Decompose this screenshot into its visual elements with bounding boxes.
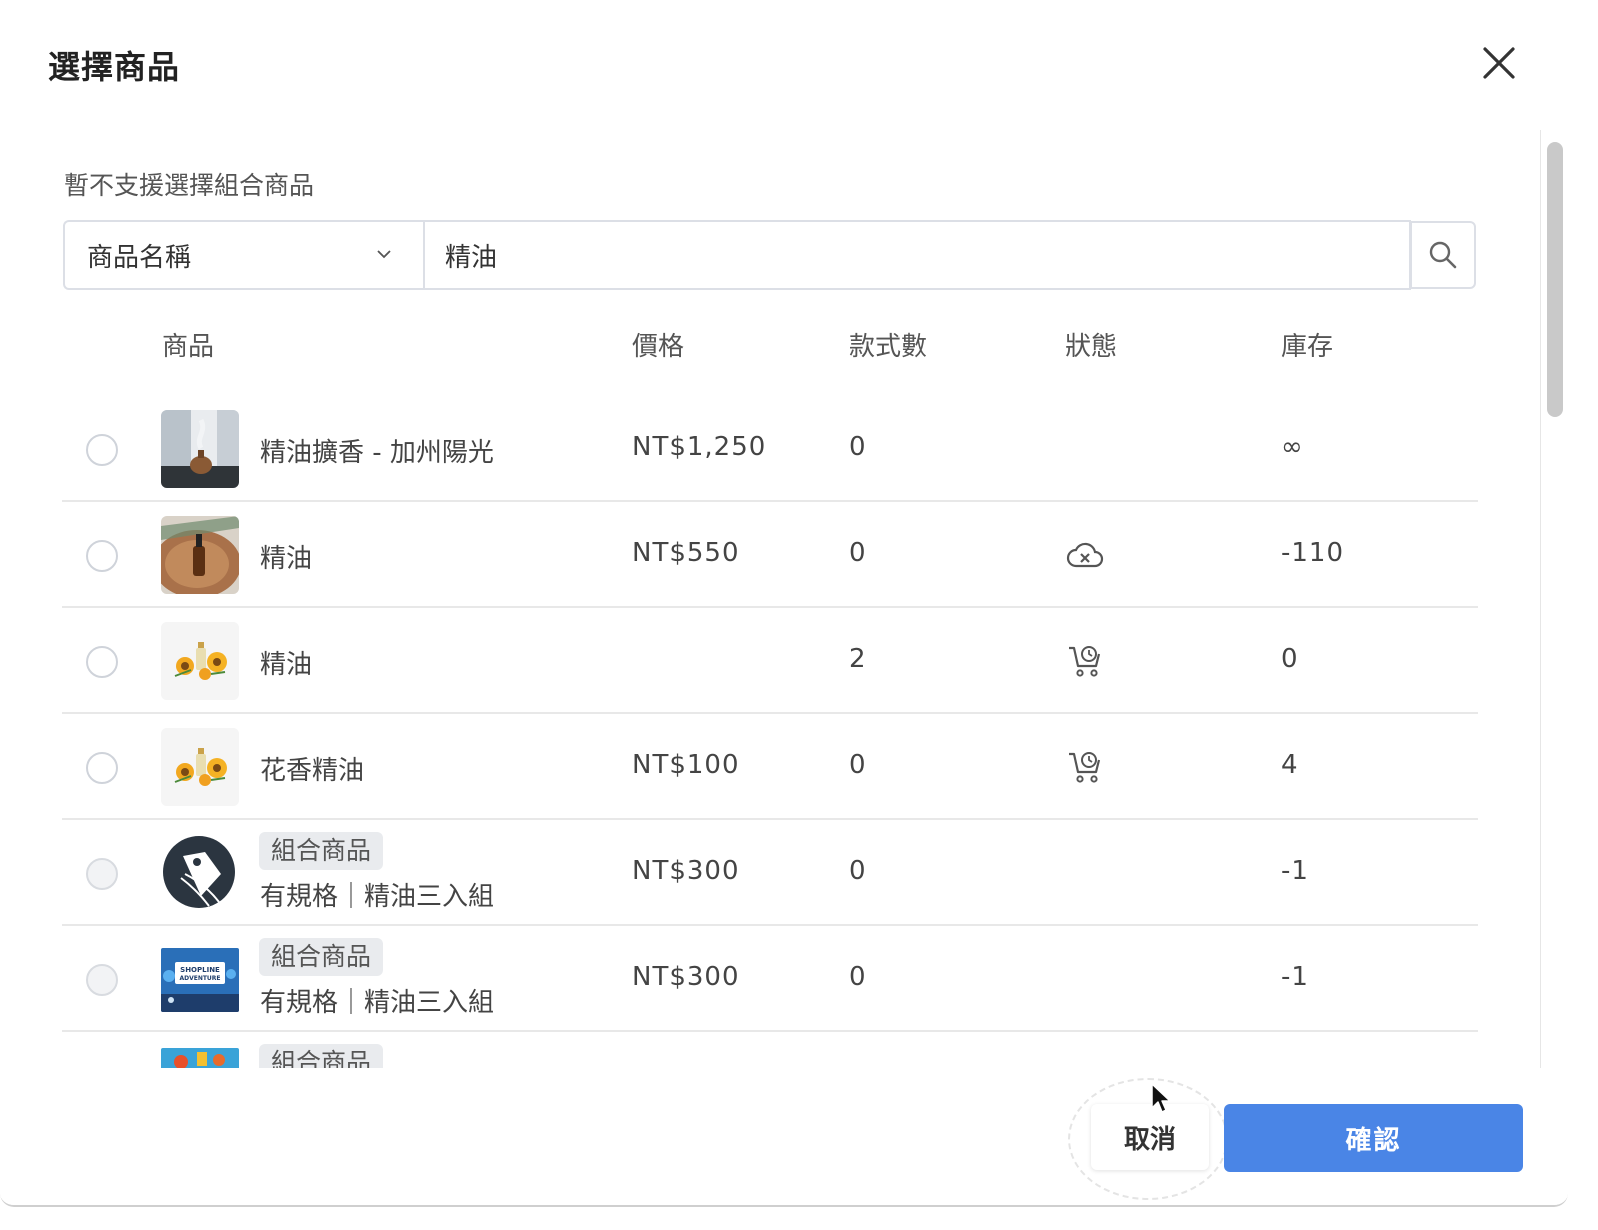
bundle-tag: 組合商品 [259,832,384,870]
product-variants: 2 [849,644,866,674]
search-icon [1429,241,1457,269]
bundle-tag: 組合商品 [259,938,384,976]
product-price: NT$1,250 [632,432,767,462]
product-name: 精油 [260,544,313,574]
search-bar: 商品名稱 精油 [63,220,1476,290]
header-product: 商品 [162,332,215,362]
product-stock: ∞ [1281,432,1304,462]
tag-logo-icon [163,836,235,908]
product-name: 有規格｜精油三入組 [260,882,495,912]
product-name: 精油擴香 - 加州陽光 [260,438,494,468]
row-radio[interactable] [86,540,118,572]
product-stock: -110 [1281,538,1345,568]
header-price: 價格 [632,332,685,362]
oil-bottle-photo-icon [161,516,239,594]
cart-clock-icon [1069,752,1101,783]
table-row: 組合商品 [62,1032,1478,1068]
row-radio-disabled [86,964,118,996]
search-button[interactable] [1410,221,1476,289]
diffuser-photo-icon [161,410,239,488]
product-thumbnail [161,728,239,806]
product-thumbnail [161,516,239,594]
header-status: 狀態 [1065,332,1118,362]
header-stock: 庫存 [1281,332,1334,362]
product-name: 精油 [260,650,313,680]
banner-text-line1: SHOPLINE [180,966,220,974]
dialog-footer: 取消 確認 [0,1068,1568,1205]
colorful-banner-icon [161,1048,239,1068]
product-stock: -1 [1281,856,1309,886]
table-row[interactable]: 精油 2 0 [62,608,1478,714]
product-variants: 0 [849,962,866,992]
product-variants: 0 [849,432,866,462]
product-name: 花香精油 [260,756,365,786]
mouse-pointer-icon [1151,1083,1171,1113]
product-price: NT$550 [632,538,740,568]
chevron-down-icon [377,250,391,259]
sunflower-oil-photo-icon [161,728,239,806]
table-row[interactable]: 精油擴香 - 加州陽光 NT$1,250 0 ∞ [62,396,1478,502]
product-price: NT$300 [632,962,740,992]
search-field-select[interactable]: 商品名稱 [63,220,424,290]
product-stock: 0 [1281,644,1299,674]
product-price: NT$100 [632,750,740,780]
product-price: NT$300 [632,856,740,886]
row-radio[interactable] [86,752,118,784]
table-row[interactable]: 花香精油 NT$100 0 4 [62,714,1478,820]
product-stock: 4 [1281,750,1299,780]
product-name: 有規格｜精油三入組 [260,988,495,1018]
bundle-tag: 組合商品 [259,1044,384,1068]
select-product-dialog: 選擇商品 暫不支援選擇組合商品 商品名稱 精油 商品 價格 款式數 狀態 庫存 [0,0,1568,1207]
cloud-x-icon [1066,542,1104,568]
cart-clock-icon [1069,646,1101,677]
product-variants: 0 [849,750,866,780]
product-variants: 0 [849,538,866,568]
scrollbar-thumb[interactable] [1547,142,1563,417]
table-header: 商品 價格 款式數 狀態 庫存 [0,326,1568,366]
table-row: 組合商品 有規格｜精油三入組 NT$300 0 -1 [62,820,1478,926]
sunflower-oil-photo-icon [161,622,239,700]
product-variants: 0 [849,856,866,886]
table-row[interactable]: 精油 NT$550 0 -110 [62,502,1478,608]
product-thumbnail: SHOPLINE ADVENTURE [161,948,239,1012]
dialog-title: 選擇商品 [48,48,181,86]
banner-text-line2: ADVENTURE [179,975,220,982]
notice-text: 暫不支援選擇組合商品 [64,171,315,200]
product-thumbnail [161,410,239,488]
product-thumbnail [161,834,239,912]
confirm-button[interactable]: 確認 [1224,1104,1523,1172]
header-variants: 款式數 [849,332,928,362]
product-thumbnail [161,1048,239,1068]
product-thumbnail [161,622,239,700]
row-radio[interactable] [86,434,118,466]
table-row: SHOPLINE ADVENTURE 組合商品 有規格｜精油三入組 NT$300… [62,926,1478,1032]
search-input-value: 精油 [445,242,498,273]
row-radio[interactable] [86,646,118,678]
shopline-adventure-banner-icon: SHOPLINE ADVENTURE [161,948,239,1012]
row-radio-disabled [86,858,118,890]
search-field-selected: 商品名稱 [87,242,192,273]
close-icon[interactable] [1478,42,1520,84]
search-input[interactable]: 精油 [423,220,1411,290]
product-list: 精油擴香 - 加州陽光 NT$1,250 0 ∞ 精油 NT$550 0 -11… [0,396,1568,1068]
product-stock: -1 [1281,962,1309,992]
